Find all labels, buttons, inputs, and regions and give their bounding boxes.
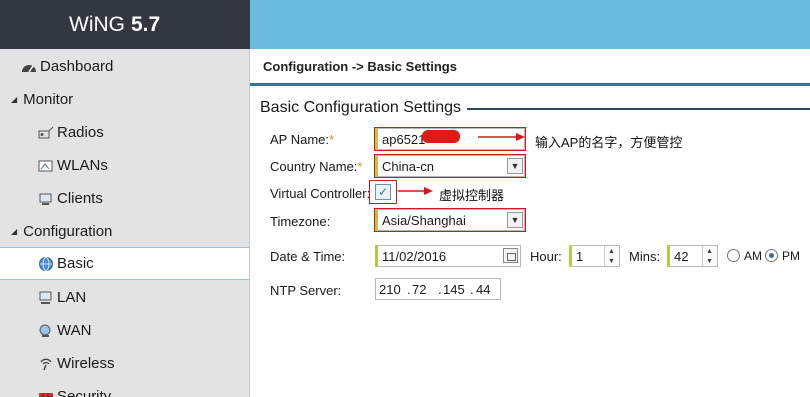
brand-version: 5.7 [131,12,161,36]
ap-name-label: AP Name:* [270,132,334,147]
ntp-label: NTP Server: [270,283,342,298]
timezone-select[interactable]: Asia/Shanghai ▼ [374,208,526,232]
redaction-mark [422,130,460,143]
sidebar-item-security[interactable]: Security [0,380,249,397]
required-mark: * [357,159,363,174]
collapse-triangle-icon: ◢ [11,95,18,104]
sidebar-item-label: WLANs [57,157,108,174]
sidebar-item-clients[interactable]: Clients [0,182,249,215]
pm-radio[interactable] [765,249,778,262]
virtual-controller-annotation: 虚拟控制器 [439,188,505,203]
wlan-icon [38,159,54,173]
section-divider [462,108,810,110]
sidebar-item-label: Radios [57,124,104,141]
ip-octet[interactable]: 145 [443,279,471,299]
sidebar-item-dashboard[interactable]: Dashboard [0,50,249,83]
ap-name-annotation: 输入AP的名字，方便管控 [535,135,683,150]
required-mark: * [329,132,335,147]
ip-octet[interactable]: 44 [476,279,504,299]
sidebar-item-radios[interactable]: Radios [0,116,249,149]
clients-icon [38,192,54,206]
sidebar-item-label: Security [57,388,112,397]
hour-label: Hour: [530,249,562,264]
datetime-label: Date & Time: [270,249,346,264]
mins-spinner: ▲ ▼ [702,246,716,266]
pm-label: PM [782,249,800,263]
hour-stepper[interactable]: 1 ▲ ▼ [569,245,620,267]
section-title: Basic Configuration Settings [260,99,467,117]
sidebar-item-wireless[interactable]: Wireless [0,347,249,380]
ap-name-value: ap6521 [382,131,426,147]
dashboard-gauge-icon [21,60,37,74]
sidebar-item-label: Monitor [23,91,74,108]
ip-dot: . [470,282,474,297]
hour-spinner: ▲ ▼ [604,246,618,266]
sidebar-item-label: WAN [57,322,92,339]
ip-dot: . [407,282,411,297]
timezone-value: Asia/Shanghai [382,212,466,228]
country-label: Country Name:* [270,159,362,174]
radio-icon [38,126,54,140]
ap-name-label-text: AP Name: [270,132,330,147]
ip-octet[interactable]: 72 [412,279,440,299]
sidebar-item-label: Configuration [23,223,113,240]
virtual-controller-checkbox[interactable]: ✓ [375,184,391,200]
country-value: China-cn [382,158,435,174]
breadcrumb: Configuration -> Basic Settings [250,49,810,86]
wireless-icon [38,357,54,371]
top-bar [250,0,810,49]
calendar-icon[interactable] [503,248,518,263]
spin-down-icon[interactable]: ▼ [604,256,618,266]
mins-value: 42 [674,248,689,264]
sidebar-item-label: Basic [57,255,94,272]
timezone-label: Timezone: [270,214,331,229]
virtual-controller-label: Virtual Controller: [270,186,371,201]
sidebar: Dashboard ◢ Monitor Radios WLANs Clients… [0,49,250,397]
sidebar-item-label: LAN [57,289,87,306]
security-icon [38,390,54,397]
hour-value: 1 [576,248,584,264]
globe-icon [38,256,54,271]
country-select[interactable]: China-cn ▼ [374,154,526,178]
sidebar-item-monitor[interactable]: ◢ Monitor [0,83,249,116]
sidebar-item-label: Clients [57,190,103,207]
sidebar-item-wlans[interactable]: WLANs [0,149,249,182]
sidebar-item-lan[interactable]: LAN [0,281,249,314]
chevron-down-icon[interactable]: ▼ [507,158,523,174]
ip-dot: . [438,282,442,297]
am-radio[interactable] [727,249,740,262]
brand-logo: WiNG 5.7 [0,0,250,49]
chevron-down-icon[interactable]: ▼ [507,212,523,228]
date-input[interactable]: 11/02/2016 [375,245,521,267]
sidebar-item-configuration[interactable]: ◢ Configuration [0,215,249,248]
wan-icon [38,324,54,338]
date-value: 11/02/2016 [382,248,447,264]
country-label-text: Country Name: [270,159,358,174]
sidebar-item-wan[interactable]: WAN [0,314,249,347]
annotation-arrow-icon [478,133,525,141]
ntp-ip-input[interactable]: 210 . 72 . 145 . 44 [375,278,501,300]
mins-stepper[interactable]: 42 ▲ ▼ [667,245,718,267]
brand-name: WiNG [69,12,125,36]
spin-up-icon[interactable]: ▲ [604,246,618,256]
check-icon: ✓ [377,185,389,199]
sidebar-item-label: Wireless [57,355,115,372]
sidebar-item-label: Dashboard [40,58,114,75]
ip-octet[interactable]: 210 [379,279,407,299]
sidebar-item-basic[interactable]: Basic [0,247,249,280]
spin-up-icon[interactable]: ▲ [702,246,716,256]
lan-icon [38,291,54,305]
spin-down-icon[interactable]: ▼ [702,256,716,266]
collapse-triangle-icon: ◢ [11,227,18,236]
annotation-arrow-icon [398,187,433,195]
mins-label: Mins: [629,249,661,264]
am-label: AM [744,249,762,263]
